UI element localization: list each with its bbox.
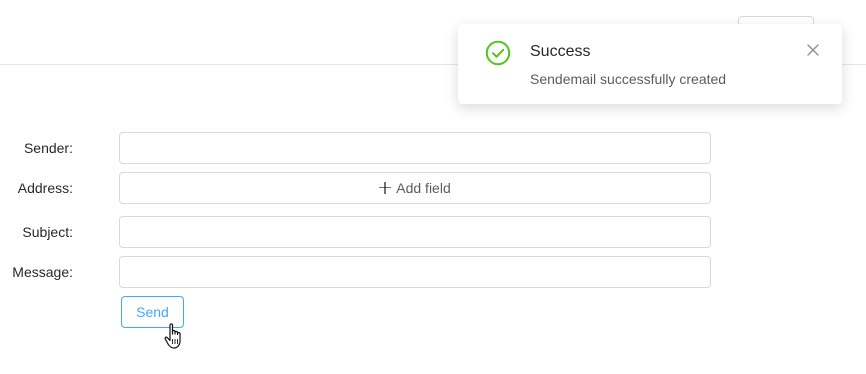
sender-input[interactable] bbox=[119, 132, 711, 164]
notification-title: Success bbox=[530, 43, 591, 60]
message-row: Message: bbox=[0, 256, 711, 288]
sender-label: Sender: bbox=[23, 140, 73, 156]
check-circle-icon bbox=[485, 40, 511, 66]
success-notification: Success Sendemail successfully created bbox=[458, 24, 842, 104]
address-row: Address: Add field bbox=[0, 172, 711, 204]
plus-icon bbox=[379, 182, 392, 194]
add-field-button[interactable]: Add field bbox=[119, 172, 711, 204]
subject-row: Subject: bbox=[0, 216, 711, 248]
add-field-label: Add field bbox=[396, 180, 451, 196]
subject-label: Subject: bbox=[22, 224, 73, 240]
close-icon[interactable] bbox=[807, 44, 819, 56]
notification-description: Sendemail successfully created bbox=[530, 71, 727, 87]
subject-input[interactable] bbox=[119, 216, 711, 248]
address-label: Address: bbox=[17, 180, 73, 196]
hand-pointer-icon bbox=[164, 323, 181, 349]
send-button-label: Send bbox=[136, 304, 169, 320]
sender-row: Sender: bbox=[0, 132, 711, 164]
message-input[interactable] bbox=[119, 256, 711, 288]
message-label: Message: bbox=[12, 264, 73, 280]
